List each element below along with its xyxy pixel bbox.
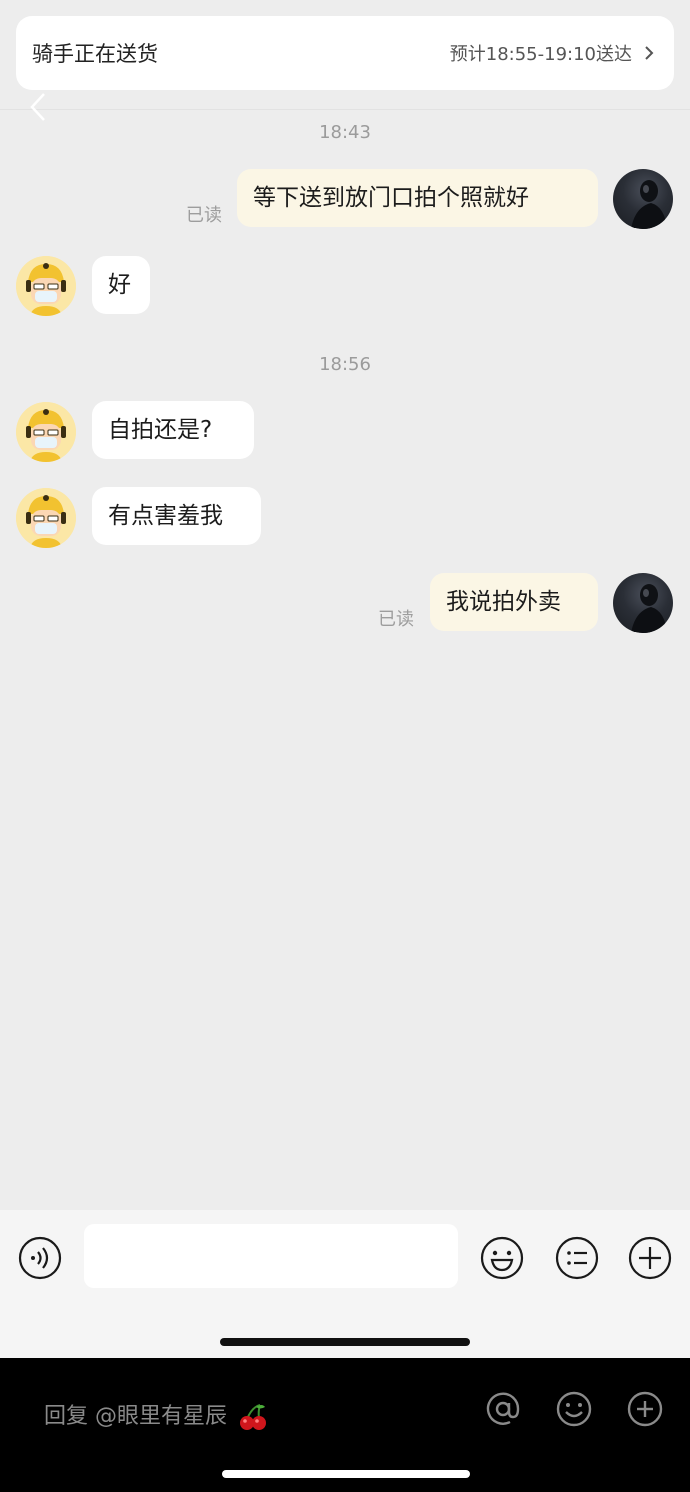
home-indicator (220, 1338, 470, 1346)
delivery-status-card[interactable]: 骑手正在送货 预计18:55-19:10送达 (16, 16, 674, 90)
message-text: 好 (108, 272, 131, 298)
delivery-eta: 预计18:55-19:10送达 (450, 40, 658, 66)
incoming-message-bubble[interactable]: 自拍还是? (92, 401, 254, 459)
incoming-message-bubble[interactable]: 有点害羞我 (92, 487, 261, 545)
rider-cartoon-icon (16, 256, 76, 316)
emoji-icon[interactable] (480, 1236, 524, 1280)
user-silhouette-icon (631, 180, 667, 229)
outgoing-message-bubble[interactable]: 等下送到放门口拍个照就好 (237, 169, 598, 227)
reply-field[interactable]: 回复 @眼里有星辰 (44, 1398, 268, 1431)
delivery-eta-text: 预计18:55-19:10送达 (449, 44, 632, 65)
message-text: 自拍还是? (108, 417, 213, 443)
mention-icon[interactable] (484, 1390, 522, 1428)
rider-avatar[interactable] (16, 488, 76, 548)
message-text: 有点害羞我 (108, 503, 223, 529)
timestamp: 18:43 (319, 122, 371, 143)
rider-avatar[interactable] (16, 402, 76, 462)
cherry-emoji-icon (240, 1404, 266, 1430)
quick-reply-list-icon[interactable] (555, 1236, 599, 1280)
user-avatar[interactable] (613, 169, 673, 229)
incoming-message-bubble[interactable]: 好 (92, 256, 150, 314)
timestamp: 18:56 (319, 354, 371, 375)
back-arrow-icon[interactable] (26, 90, 50, 124)
home-indicator (222, 1470, 470, 1478)
rider-cartoon-icon (16, 488, 76, 548)
message-input[interactable] (84, 1224, 458, 1288)
rider-avatar[interactable] (16, 256, 76, 316)
message-text: 等下送到放门口拍个照就好 (253, 185, 529, 211)
emoji-icon[interactable] (555, 1390, 593, 1428)
header-divider (0, 109, 690, 110)
read-receipt: 已读 (378, 609, 414, 630)
outgoing-message-bubble[interactable]: 我说拍外卖 (430, 573, 598, 631)
user-silhouette-icon (631, 584, 667, 633)
add-more-icon[interactable] (628, 1236, 672, 1280)
chevron-right-icon (645, 46, 654, 60)
read-receipt: 已读 (186, 205, 222, 226)
delivery-status-title: 骑手正在送货 (32, 42, 158, 66)
rider-cartoon-icon (16, 402, 76, 462)
add-more-icon[interactable] (626, 1390, 664, 1428)
voice-input-icon[interactable] (18, 1236, 62, 1280)
message-text: 我说拍外卖 (446, 589, 561, 615)
user-avatar[interactable] (613, 573, 673, 633)
message-input-bar (0, 1210, 690, 1358)
reply-text: 回复 @眼里有星辰 (44, 1404, 227, 1429)
